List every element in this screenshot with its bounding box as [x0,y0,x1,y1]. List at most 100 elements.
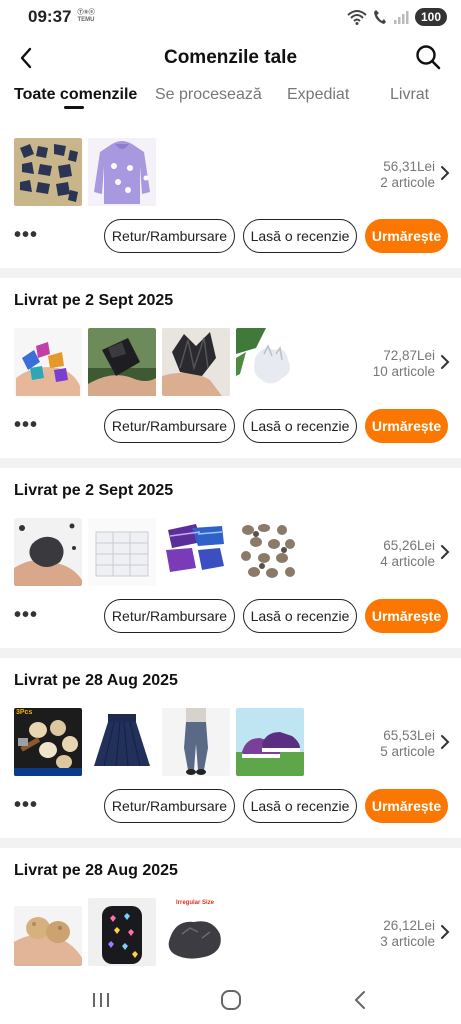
page-title: Comenzile tale [163,47,298,68]
order-delivery-date: Livrat pe 28 Aug 2025 [14,672,178,689]
track-order-button[interactable]: Urmărește [365,219,448,253]
order-list[interactable]: 56,31Lei 2 articole ••• Retur/Rambursare… [0,118,461,978]
order-item-count: 4 articole [380,554,435,569]
chevron-right-icon[interactable] [439,544,451,560]
product-thumbnail-black-tourmaline[interactable] [88,328,156,396]
order-card: Livrat pe 28 Aug 2025 Irregular Size 26,… [0,848,461,978]
order-item-count: 5 articole [380,744,435,759]
product-thumbnail-black-stone[interactable]: Irregular Size [162,898,230,966]
tab-shipped[interactable]: Expediat [287,86,349,104]
more-options-button[interactable]: ••• [14,794,38,817]
order-thumbnails [14,138,156,206]
status-app-line2: TEMU [77,17,95,23]
order-actions: ••• Retur/Rambursare Lasă o recenzie Urm… [0,599,461,635]
product-thumbnail-tumbled-stones[interactable] [236,518,304,586]
return-refund-button[interactable]: Retur/Rambursare [104,599,235,633]
status-bar: 09:37 Ⓣ⑨ⓔ TEMU 100 [0,0,461,34]
order-actions: ••• Retur/Rambursare Lasă o recenzie Urm… [0,219,461,255]
product-thumbnail-geodes-in-hand[interactable] [14,898,82,966]
product-thumbnail-purple-hoodie[interactable] [88,138,156,206]
product-thumbnail-purple-stones[interactable] [162,518,230,586]
order-card: Livrat pe 28 Aug 2025 3Pcs 65,53Lei 5 ar… [0,658,461,838]
more-options-button[interactable]: ••• [14,604,38,627]
divider [0,458,461,468]
return-refund-button[interactable]: Retur/Rambursare [104,219,235,253]
order-actions: ••• Retur/Rambursare Lasă o recenzie Urm… [0,789,461,825]
tab-all-orders[interactable]: Toate comenzile [14,86,137,104]
order-summary: 65,53Lei 5 articole [380,728,435,760]
back-button[interactable] [12,44,40,72]
status-icons: 100 [347,8,447,26]
product-thumbnail-black-rock[interactable] [14,518,82,586]
chevron-right-icon[interactable] [439,354,451,370]
return-refund-button[interactable]: Retur/Rambursare [104,409,235,443]
order-price: 65,26Lei [383,538,435,553]
order-item-count: 2 articole [380,175,435,190]
order-item-count: 10 articole [372,364,435,379]
product-thumbnail-heart-backpack[interactable] [88,898,156,966]
leave-review-button[interactable]: Lasă o recenzie [243,789,357,823]
order-card: 56,31Lei 2 articole ••• Retur/Rambursare… [0,118,461,266]
search-button[interactable] [413,42,443,72]
leave-review-button[interactable]: Lasă o recenzie [243,409,357,443]
header: Comenzile tale [0,36,461,80]
temu-notification-icon: Ⓣ⑨ⓔ TEMU [77,10,94,24]
product-thumbnail-storage-drawers[interactable] [88,518,156,586]
leave-review-button[interactable]: Lasă o recenzie [243,219,357,253]
status-time: 09:37 [28,7,72,26]
order-actions: ••• Retur/Rambursare Lasă o recenzie Urm… [0,409,461,445]
chevron-left-icon [20,47,32,69]
home-button[interactable] [216,988,246,1012]
order-thumbnails: Irregular Size [14,898,230,966]
order-delivery-date: Livrat pe 28 Aug 2025 [14,862,178,879]
product-thumbnail-white-quartz[interactable] [236,328,304,396]
signal-icon [393,11,409,24]
track-order-button[interactable]: Urmărește [365,409,448,443]
recents-button[interactable] [86,988,116,1012]
order-card: Livrat pe 2 Sept 2025 72,87Lei 10 artico… [0,278,461,458]
wifi-icon [347,10,367,25]
order-summary: 65,26Lei 4 articole [380,538,435,570]
irregular-size-label: Irregular Size [176,900,215,906]
divider [0,268,461,278]
order-thumbnails: 3Pcs [14,708,304,776]
order-delivery-date: Livrat pe 2 Sept 2025 [14,482,174,499]
active-tab-indicator [64,106,84,109]
product-thumbnail-sneakers[interactable] [236,708,304,776]
more-options-button[interactable]: ••• [14,224,38,247]
chevron-right-icon[interactable] [439,734,451,750]
leave-review-button[interactable]: Lasă o recenzie [243,599,357,633]
chevron-right-icon[interactable] [439,165,451,181]
product-thumbnail-gray-leggings[interactable] [162,708,230,776]
more-options-button[interactable]: ••• [14,414,38,437]
status-app-line1: Ⓣ⑨ⓔ [77,10,95,16]
chevron-right-icon[interactable] [439,924,451,940]
system-navigation-bar [0,978,461,1024]
tab-delivered[interactable]: Livrat [390,86,429,104]
product-thumbnail-geode-set[interactable]: 3Pcs [14,708,82,776]
call-icon [373,10,386,24]
order-summary: 72,87Lei 10 articole [373,348,435,380]
system-back-button[interactable] [345,988,375,1012]
battery-indicator: 100 [414,8,447,26]
order-summary: 26,12Lei 3 articole [380,918,435,950]
order-item-count: 3 articole [380,934,435,949]
track-order-button[interactable]: Urmărește [365,789,448,823]
back-icon [354,991,365,1009]
order-price: 56,31Lei [383,159,435,174]
search-icon [416,45,441,70]
product-thumbnail-dark-crystals[interactable] [14,138,82,206]
order-summary: 56,31Lei 2 articole [380,159,435,191]
product-thumbnail-black-crystal[interactable] [162,328,230,396]
product-thumbnail-iridescent-stones[interactable] [14,328,82,396]
order-thumbnails [14,518,304,586]
home-icon [221,990,241,1010]
divider [0,648,461,658]
track-order-button[interactable]: Urmărește [365,599,448,633]
product-thumbnail-navy-skirt[interactable] [88,708,156,776]
tab-processing[interactable]: Se procesează [155,86,262,104]
geode-set-label: 3Pcs [16,709,33,716]
order-delivery-date: Livrat pe 2 Sept 2025 [14,292,174,309]
order-tabs: Toate comenzile Se procesează Expediat L… [0,82,461,118]
return-refund-button[interactable]: Retur/Rambursare [104,789,235,823]
